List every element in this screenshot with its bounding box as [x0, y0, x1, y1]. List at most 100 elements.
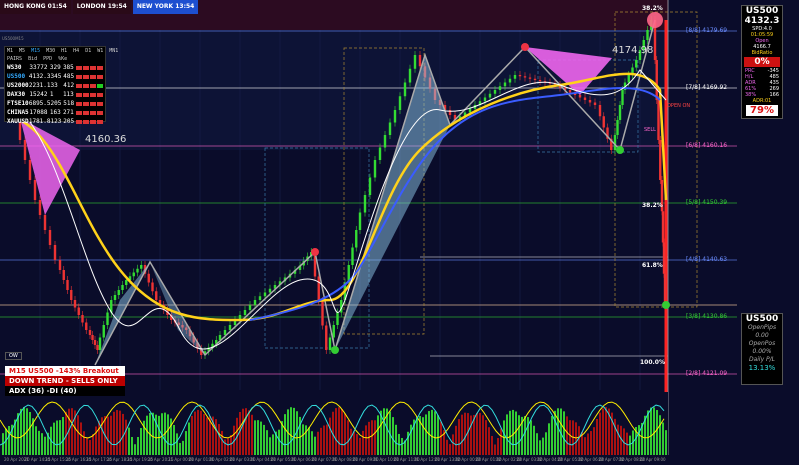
candle-body	[113, 295, 117, 300]
histogram-bar	[425, 414, 427, 455]
fib-382-top: 38.2%	[642, 5, 663, 12]
histogram-bar	[182, 440, 184, 455]
histogram-bar	[431, 409, 433, 455]
row-pct: 385	[62, 64, 74, 71]
histogram-bar	[455, 425, 457, 455]
histogram-bar	[353, 431, 355, 455]
histogram-bar	[194, 411, 196, 455]
candle-body	[518, 75, 522, 77]
swing-high-marker	[311, 248, 319, 256]
murrey-text: 4140.63	[702, 256, 728, 263]
histogram-bar	[527, 417, 529, 455]
row-symbol: US500	[7, 73, 26, 80]
info-row[interactable]: DAX30 15242 1 113	[5, 90, 105, 99]
candle-body	[503, 82, 507, 87]
histogram-bar	[617, 424, 619, 455]
histogram-bar	[260, 421, 262, 455]
histogram-bar	[551, 415, 553, 455]
histogram-bar	[224, 439, 226, 455]
row-ppd: 329	[49, 64, 61, 71]
histogram-bar	[440, 421, 442, 455]
row-trend-bars	[76, 74, 103, 79]
candle-body	[393, 110, 397, 123]
histogram-bar	[146, 415, 148, 455]
histogram-bar	[605, 407, 607, 455]
row-trend-bars	[75, 110, 103, 115]
info-row[interactable]: US500 4132.3 345 485	[5, 72, 105, 81]
candle-body	[655, 60, 658, 100]
histogram-bar	[254, 420, 256, 455]
candle-body	[513, 75, 517, 79]
row-ppd: 1	[49, 91, 54, 98]
histogram-bar	[215, 419, 217, 455]
histogram-bar	[476, 412, 478, 455]
row-bid: 4132.3	[28, 73, 51, 80]
info-row[interactable]: US2000 2231.1 33 412	[5, 81, 105, 90]
info-row[interactable]: CHINA5 17088 163 271	[5, 108, 105, 117]
histogram-bar	[542, 437, 544, 455]
histogram-bar	[20, 408, 22, 455]
histogram-bar	[263, 424, 265, 455]
histogram-bar	[512, 409, 514, 455]
histogram-bar	[494, 444, 496, 455]
timeframe-m30[interactable]: M30	[46, 48, 55, 54]
candle-body	[378, 147, 382, 160]
histogram-bar	[326, 424, 328, 455]
timeframe-d1[interactable]: D1	[85, 48, 91, 54]
candle-body	[66, 280, 69, 290]
panel-adr-pct: 79%	[746, 105, 778, 116]
candle-body	[663, 273, 667, 305]
histogram-bar	[377, 415, 379, 455]
histogram-bar	[173, 424, 175, 455]
timeframe-m15[interactable]: M15	[31, 48, 40, 54]
histogram-bar	[302, 424, 304, 455]
histogram-bar	[461, 414, 463, 455]
histogram-bar	[506, 414, 508, 455]
timeframe-mn1[interactable]: MN1	[109, 48, 118, 54]
row-pct: 205	[63, 118, 75, 125]
timeframe-h4[interactable]: H4	[73, 48, 79, 54]
candle-body	[621, 90, 624, 105]
histogram-bar	[446, 439, 448, 455]
timeframe-h1[interactable]: H1	[61, 48, 67, 54]
murrey-text: [3/8]	[686, 313, 701, 320]
row-symbol: FTSE10	[7, 100, 29, 107]
time-axis: 20 Apr 2021 20 Apr 14:15 20 Apr 15:15 20 Ap…	[0, 455, 799, 465]
info-row[interactable]: WS30 33772 329 385	[5, 63, 105, 72]
histogram-bar	[116, 409, 118, 455]
histogram-bar	[566, 416, 568, 455]
histogram-bar	[338, 407, 340, 455]
histogram-bar	[284, 414, 286, 455]
swing-low-marker	[662, 301, 670, 309]
histogram-bar	[578, 426, 580, 455]
adx-line: ADX (36) -DI (40)	[5, 386, 125, 396]
breakout-line: M15 US500 -143% Breakout	[5, 366, 125, 376]
histogram-bar	[365, 425, 367, 455]
ow-button[interactable]: OW	[5, 352, 22, 360]
histogram-bar	[596, 419, 598, 455]
histogram-bar	[176, 433, 178, 455]
histogram-bar	[140, 428, 142, 455]
histogram-bar	[401, 438, 403, 455]
candle-body	[578, 95, 582, 98]
histogram-bar	[179, 443, 181, 455]
histogram-bar	[86, 437, 88, 455]
row-ppd: 163	[49, 109, 61, 116]
col-ppd: PPD	[43, 56, 53, 62]
timeframe-w1[interactable]: W1	[97, 48, 103, 54]
info-row[interactable]: XAUUSD 1781.8 123 205	[5, 117, 105, 126]
timeframe-m5[interactable]: M5	[19, 48, 25, 54]
pos-daily-value: 13.13%	[748, 364, 776, 372]
info-row[interactable]: FTSE10 6895.5 205 518	[5, 99, 105, 108]
candle-body	[147, 273, 150, 283]
histogram-bar	[131, 436, 133, 455]
histogram-bar	[92, 434, 94, 455]
histogram-bar	[548, 423, 550, 455]
row-pct: 412	[63, 82, 75, 89]
candle-body	[383, 135, 387, 148]
row-pct: 518	[63, 100, 75, 107]
histogram-bar	[545, 432, 547, 455]
row-bid: 33772	[29, 64, 48, 71]
histogram-bar	[497, 438, 499, 455]
timeframe-m1[interactable]: M1	[7, 48, 13, 54]
